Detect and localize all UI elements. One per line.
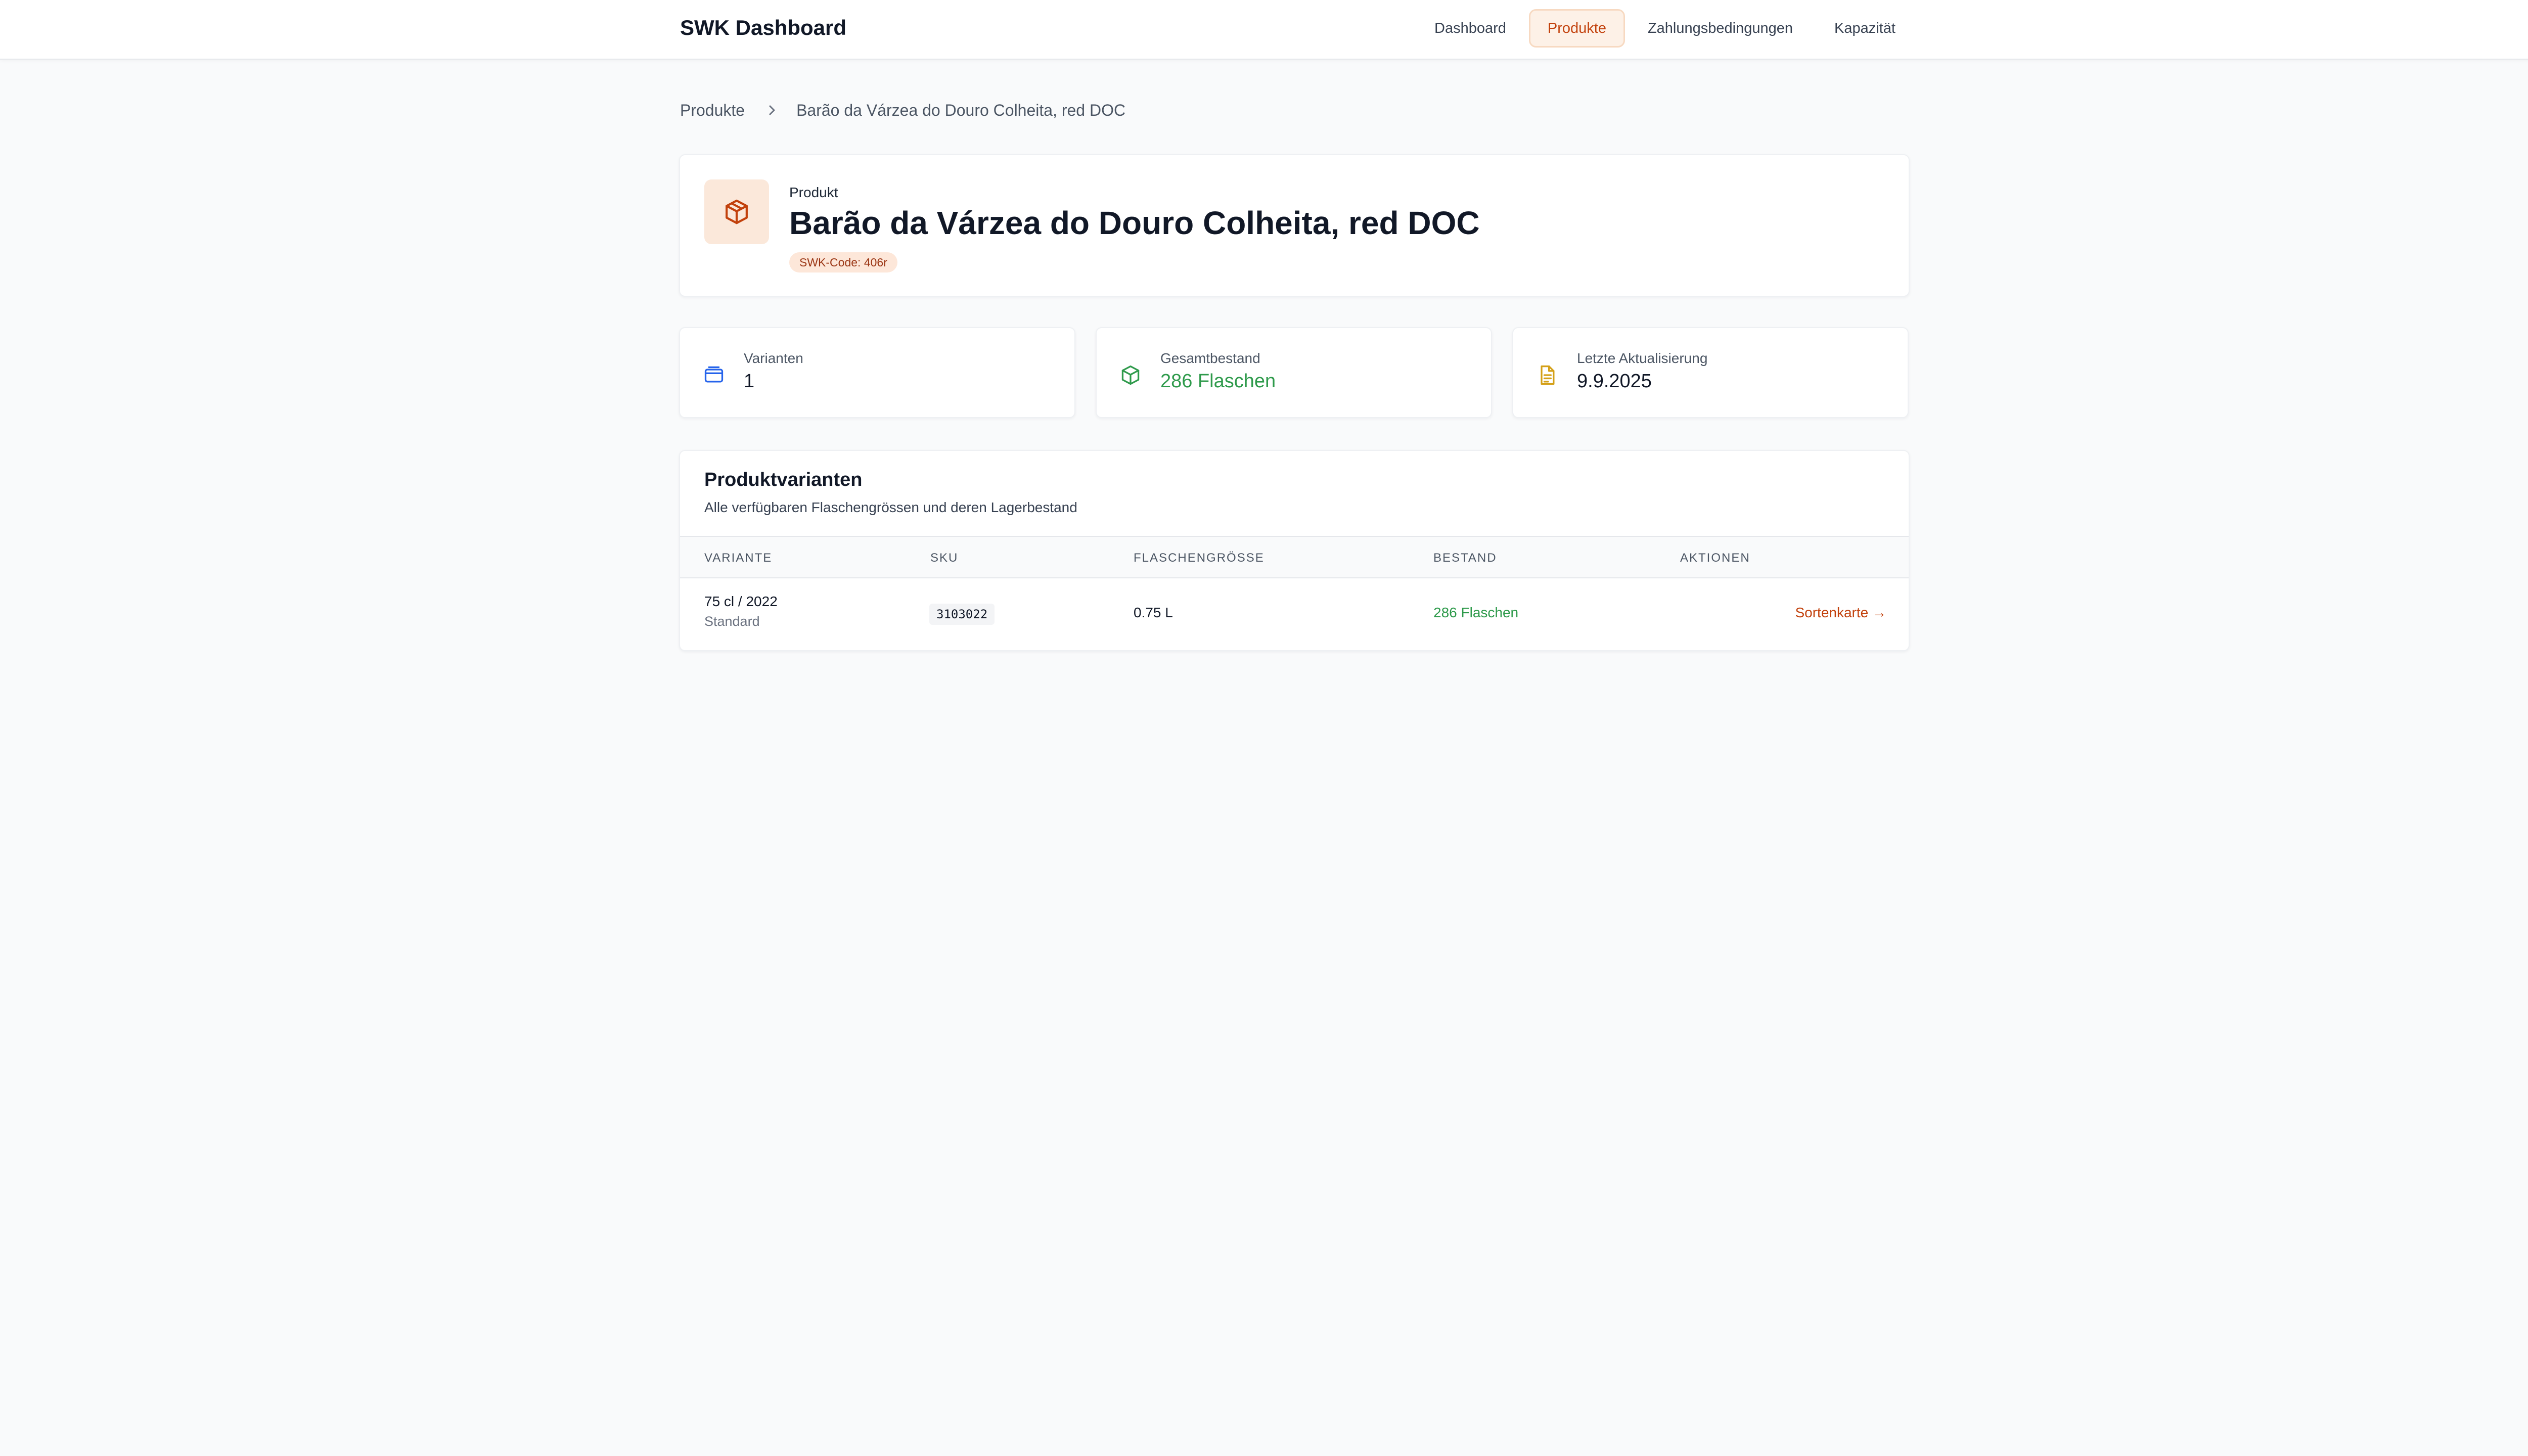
nav-item-zahlungsbedingungen[interactable]: Zahlungsbedingungen: [1629, 9, 1812, 48]
package-icon: [1119, 363, 1142, 387]
stat-card-varianten: Varianten 1: [679, 327, 1075, 418]
column-header-sku: SKU: [930, 551, 959, 565]
nav-item-produkte[interactable]: Produkte: [1528, 9, 1625, 48]
nav-item-kapazitaet[interactable]: Kapazität: [1816, 9, 1914, 48]
document-icon: [1536, 363, 1559, 387]
stat-card-gesamtbestand: Gesamtbestand 286 Flaschen: [1096, 327, 1492, 418]
column-header-bestand: BESTAND: [1433, 551, 1497, 565]
stat-value: 9.9.2025: [1577, 371, 1652, 392]
stat-label: Gesamtbestand: [1160, 350, 1260, 366]
table-row: 75 cl / 2022 Standard 3103022 0.75 L 286…: [680, 578, 1909, 650]
column-header-variante: VARIANTE: [704, 551, 773, 565]
breadcrumb: Produkte Barão da Várzea do Douro Colhei…: [680, 99, 1125, 121]
breadcrumb-current: Barão da Várzea do Douro Colheita, red D…: [796, 101, 1126, 119]
sortenkarte-link[interactable]: Sortenkarte →: [1795, 605, 1886, 621]
chevron-right-icon: [767, 103, 777, 117]
column-header-aktionen: AKTIONEN: [1680, 551, 1750, 565]
top-navigation-bar: SWK Dashboard Dashboard Produkte Zahlung…: [0, 0, 2528, 60]
stat-card-letzte-aktualisierung: Letzte Aktualisierung 9.9.2025: [1512, 327, 1909, 418]
product-variants-card: Produktvarianten Alle verfügbaren Flasch…: [679, 450, 1910, 651]
stat-value: 286 Flaschen: [1160, 371, 1276, 392]
sku-code: 3103022: [929, 604, 995, 625]
main-nav: Dashboard Produkte Zahlungsbedingungen K…: [1416, 9, 1914, 48]
product-header-card: Produkt Barão da Várzea do Douro Colheit…: [679, 154, 1910, 297]
app-title[interactable]: SWK Dashboard: [680, 15, 846, 40]
column-header-flaschengroesse: FLASCHENGRÖSSE: [1134, 551, 1265, 565]
variant-name: 75 cl / 2022: [704, 594, 778, 609]
variant-sub: Standard: [704, 614, 760, 629]
page-title: Barão da Várzea do Douro Colheita, red D…: [789, 205, 1480, 241]
stat-label: Letzte Aktualisierung: [1577, 350, 1708, 366]
stock-value: 286 Flaschen: [1433, 605, 1519, 620]
section-title: Produktvarianten: [704, 469, 863, 490]
package-icon: [704, 179, 769, 244]
stat-label: Varianten: [744, 350, 803, 366]
nav-item-dashboard[interactable]: Dashboard: [1416, 9, 1525, 48]
section-subtitle: Alle verfügbaren Flaschengrössen und der…: [704, 499, 1077, 515]
swk-code-badge: SWK-Code: 406r: [789, 252, 897, 272]
card-icon: [702, 363, 726, 387]
product-eyebrow: Produkt: [789, 185, 838, 200]
table-header: VARIANTE SKU FLASCHENGRÖSSE BESTAND AKTI…: [680, 536, 1909, 578]
bottle-size: 0.75 L: [1134, 605, 1173, 620]
stat-value: 1: [744, 371, 755, 392]
breadcrumb-parent-link[interactable]: Produkte: [680, 101, 745, 120]
